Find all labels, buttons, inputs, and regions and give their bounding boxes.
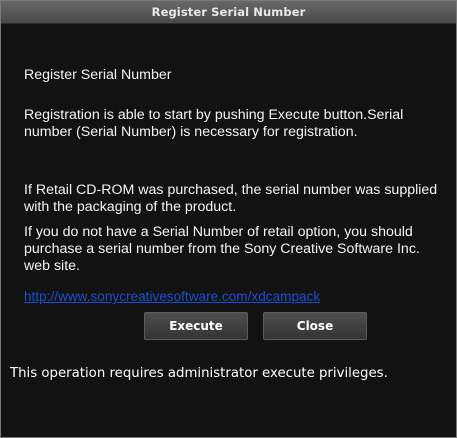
execute-button[interactable]: Execute bbox=[144, 312, 248, 340]
purchase-serial-note: If you do not have a Serial Number of re… bbox=[24, 224, 420, 274]
dialog-heading: Register Serial Number bbox=[24, 67, 172, 83]
window-titlebar[interactable]: Register Serial Number bbox=[1, 1, 456, 24]
register-serial-dialog: Register Serial Number Register Serial N… bbox=[0, 0, 457, 438]
retail-cdrom-note: If Retail CD-ROM was purchased, the seri… bbox=[24, 182, 438, 215]
registration-instructions: Registration is able to start by pushing… bbox=[24, 107, 404, 140]
admin-privileges-note: This operation requires administrator ex… bbox=[10, 366, 388, 381]
close-button[interactable]: Close bbox=[263, 312, 367, 340]
website-link[interactable]: http://www.sonycreativesoftware.com/xdca… bbox=[24, 288, 320, 305]
window-title: Register Serial Number bbox=[151, 5, 306, 19]
